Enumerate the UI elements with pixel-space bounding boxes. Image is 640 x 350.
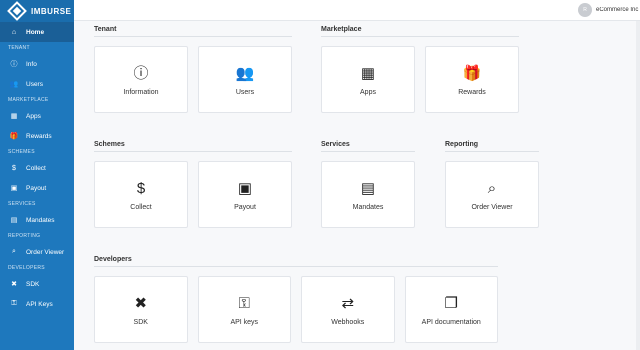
sidebar-section-tenant: TENANT bbox=[8, 45, 30, 51]
sidebar-item-sdk[interactable]: ✖ SDK bbox=[0, 274, 74, 294]
payout-icon: ▣ bbox=[237, 179, 253, 197]
topbar: R eCommerce Inc bbox=[74, 0, 640, 21]
search-icon: ⌕ bbox=[12, 248, 16, 255]
section-developers: Developers ✖ SDK ⚿ API keys ⇄ Webhooks ❐… bbox=[94, 256, 498, 343]
sidebar-section-schemes: SCHEMES bbox=[8, 149, 35, 155]
sidebar-item-api-keys[interactable]: ⚿ API Keys bbox=[0, 294, 74, 314]
section-services: Services ▤ Mandates bbox=[321, 141, 415, 228]
sidebar-item-label: Mandates bbox=[26, 216, 55, 224]
user-menu[interactable]: R eCommerce Inc bbox=[578, 3, 640, 17]
sidebar-item-mandates[interactable]: ▤ Mandates bbox=[0, 210, 74, 230]
sidebar-item-payout[interactable]: ▣ Payout bbox=[0, 178, 74, 198]
sidebar-item-info[interactable]: ⓘ Info bbox=[0, 54, 74, 74]
tools-icon: ✖ bbox=[134, 294, 148, 312]
card-label: Users bbox=[235, 88, 255, 96]
shuffle-icon: ⇄ bbox=[341, 294, 355, 312]
card-label: Mandates bbox=[352, 203, 384, 211]
section-title: Schemes bbox=[94, 141, 292, 152]
app-window: IMBURSE ⌂ Home TENANT ⓘ Info 👥 Users MAR… bbox=[0, 0, 640, 350]
sidebar-item-label: Users bbox=[26, 80, 43, 88]
tenant-name: eCommerce Inc bbox=[596, 7, 639, 13]
card-label: API documentation bbox=[421, 318, 481, 326]
search-icon: ⌕ bbox=[487, 179, 497, 197]
sidebar-section-reporting: REPORTING bbox=[8, 233, 41, 239]
sidebar-item-label: Apps bbox=[26, 112, 41, 120]
card-label: Order Viewer bbox=[471, 203, 513, 211]
section-schemes: Schemes $ Collect ▣ Payout bbox=[94, 141, 292, 228]
section-title: Tenant bbox=[94, 26, 292, 37]
sidebar-item-label: Payout bbox=[26, 184, 47, 192]
card-apps[interactable]: ▦ Apps bbox=[321, 46, 415, 113]
sidebar-section-marketplace: MARKETPLACE bbox=[8, 97, 49, 103]
card-label: Collect bbox=[130, 203, 152, 211]
card-order-viewer[interactable]: ⌕ Order Viewer bbox=[445, 161, 539, 228]
key-icon: ⚿ bbox=[238, 294, 250, 312]
brand-name: IMBURSE bbox=[31, 6, 72, 16]
sidebar-item-label: Collect bbox=[26, 164, 46, 172]
info-icon: ⓘ bbox=[10, 61, 18, 68]
card-label: Webhooks bbox=[331, 318, 365, 326]
document-icon: ▤ bbox=[360, 179, 376, 197]
card-label: Rewards bbox=[458, 88, 486, 96]
card-label: SDK bbox=[133, 318, 148, 326]
sidebar-item-collect[interactable]: $ Collect bbox=[0, 158, 74, 178]
card-api-keys[interactable]: ⚿ API keys bbox=[197, 276, 291, 343]
files-icon: ❐ bbox=[444, 294, 458, 312]
sidebar-item-order-viewer[interactable]: ⌕ Order Viewer bbox=[0, 242, 74, 262]
scrollbar[interactable] bbox=[636, 21, 640, 350]
card-label: Information bbox=[123, 88, 159, 96]
sidebar-item-label: Info bbox=[26, 60, 37, 68]
sidebar-item-label: Home bbox=[26, 28, 45, 36]
card-api-documentation[interactable]: ❐ API documentation bbox=[404, 276, 498, 343]
tools-icon: ✖ bbox=[11, 281, 17, 288]
card-label: Apps bbox=[360, 88, 376, 96]
sidebar: IMBURSE ⌂ Home TENANT ⓘ Info 👥 Users MAR… bbox=[0, 0, 74, 350]
gift-icon: 🎁 bbox=[462, 64, 482, 82]
home-icon: ⌂ bbox=[11, 28, 17, 36]
card-sdk[interactable]: ✖ SDK bbox=[94, 276, 188, 343]
card-mandates[interactable]: ▤ Mandates bbox=[321, 161, 415, 228]
section-title: Reporting bbox=[445, 141, 539, 152]
sidebar-item-label: Order Viewer bbox=[26, 248, 65, 256]
card-collect[interactable]: $ Collect bbox=[94, 161, 188, 228]
sidebar-item-home[interactable]: ⌂ Home bbox=[0, 22, 74, 42]
section-title: Marketplace bbox=[321, 26, 519, 37]
card-payout[interactable]: ▣ Payout bbox=[198, 161, 292, 228]
section-tenant: Tenant ⓘ Information 👥 Users bbox=[94, 26, 292, 113]
section-marketplace: Marketplace ▦ Apps 🎁 Rewards bbox=[321, 26, 519, 113]
sidebar-item-apps[interactable]: ▦ Apps bbox=[0, 106, 74, 126]
sidebar-item-label: API Keys bbox=[26, 300, 53, 308]
key-icon: ⚿ bbox=[11, 300, 17, 307]
card-label: API keys bbox=[230, 318, 259, 326]
sidebar-item-rewards[interactable]: 🎁 Rewards bbox=[0, 126, 74, 146]
apps-icon: ▦ bbox=[360, 64, 376, 82]
main-content: Tenant ⓘ Information 👥 Users Marketplace… bbox=[74, 21, 640, 350]
section-title: Developers bbox=[94, 256, 498, 267]
card-rewards[interactable]: 🎁 Rewards bbox=[425, 46, 519, 113]
imburse-logo-icon bbox=[7, 1, 27, 21]
card-users[interactable]: 👥 Users bbox=[198, 46, 292, 113]
sidebar-item-label: SDK bbox=[26, 280, 40, 288]
collect-icon: $ bbox=[136, 179, 146, 197]
sidebar-item-users[interactable]: 👥 Users bbox=[0, 74, 74, 94]
collect-icon: $ bbox=[12, 164, 16, 172]
sidebar-item-label: Rewards bbox=[26, 132, 52, 140]
info-icon: ⓘ bbox=[133, 64, 149, 82]
apps-icon: ▦ bbox=[10, 113, 18, 120]
card-webhooks[interactable]: ⇄ Webhooks bbox=[301, 276, 395, 343]
document-icon: ▤ bbox=[10, 217, 18, 224]
card-information[interactable]: ⓘ Information bbox=[94, 46, 188, 113]
section-reporting: Reporting ⌕ Order Viewer bbox=[445, 141, 539, 228]
payout-icon: ▣ bbox=[10, 185, 18, 192]
users-icon: 👥 bbox=[235, 64, 255, 82]
users-icon: 👥 bbox=[9, 81, 19, 88]
card-label: Payout bbox=[234, 203, 256, 211]
sidebar-section-developers: DEVELOPERS bbox=[8, 265, 45, 271]
brand[interactable]: IMBURSE bbox=[0, 0, 74, 22]
section-title: Services bbox=[321, 141, 415, 152]
sidebar-section-services: SERVICES bbox=[8, 201, 36, 207]
gift-icon: 🎁 bbox=[9, 133, 19, 140]
avatar[interactable]: R bbox=[578, 3, 592, 17]
